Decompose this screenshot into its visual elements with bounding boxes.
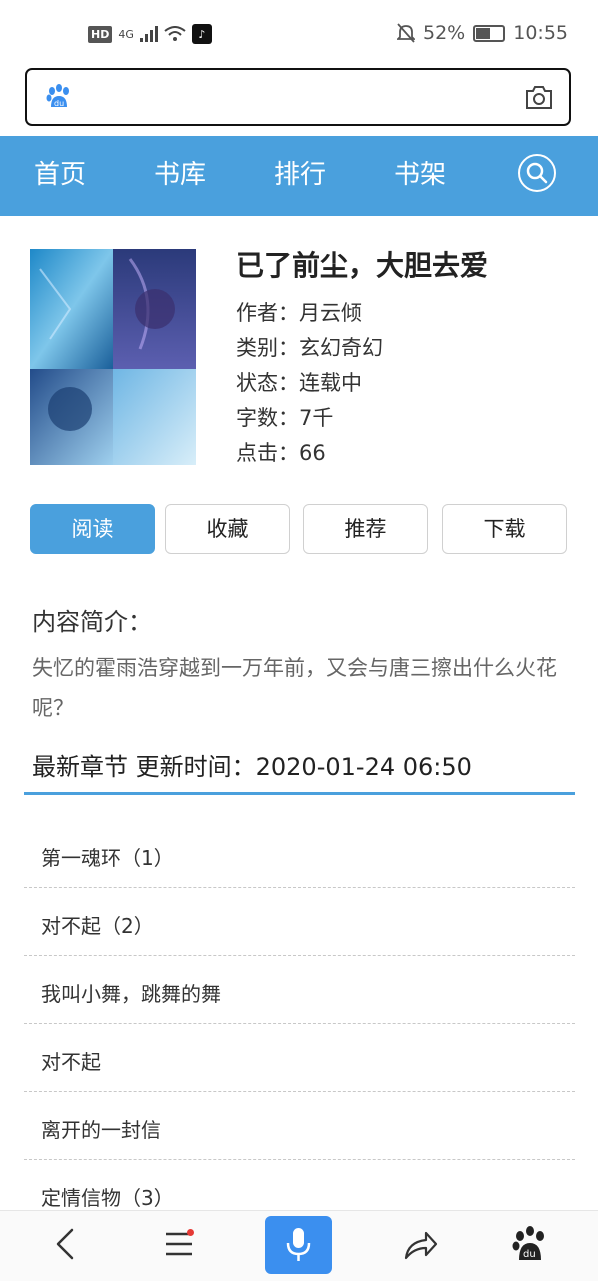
chapter-item[interactable]: 对不起（2） <box>24 888 575 956</box>
collect-button[interactable]: 收藏 <box>165 504 290 554</box>
download-button[interactable]: 下载 <box>442 504 567 554</box>
voice-search-button[interactable] <box>265 1216 332 1274</box>
back-icon[interactable] <box>44 1222 88 1266</box>
intro-text: 失忆的霍雨浩穿越到一万年前，又会与唐三擦出什么火花呢？ <box>32 656 557 720</box>
battery-percent: 52% <box>423 22 466 44</box>
svg-text:du: du <box>523 1249 536 1260</box>
clock: 10:55 <box>513 22 568 44</box>
svg-text:du: du <box>54 99 64 108</box>
mute-bell-icon <box>397 23 415 43</box>
intro-heading: 内容简介： <box>32 608 152 636</box>
chapter-title: 定情信物（3） <box>41 1186 174 1210</box>
top-nav: 首页 书库 排行 书架 <box>0 136 598 216</box>
status-left: HD 4G ♪ <box>88 24 212 44</box>
notification-dot <box>187 1229 194 1236</box>
chapter-title: 我叫小舞，跳舞的舞 <box>41 982 221 1006</box>
status-right: 52% 10:55 <box>397 22 568 44</box>
book-author: 作者：月云倾 <box>236 301 362 325</box>
tiktok-icon: ♪ <box>191 24 212 44</box>
baidu-paw-icon: du <box>46 84 69 108</box>
wifi-icon <box>164 26 186 41</box>
book-title: 已了前尘，大胆去爱 <box>236 249 489 282</box>
signal-label: 4G <box>118 27 134 41</box>
hd-icon: HD <box>88 25 113 43</box>
chapter-title: 对不起（2） <box>41 914 154 938</box>
latest-chapters-heading: 最新章节 更新时间：2020-01-24 06:50 <box>32 753 472 781</box>
book-category: 类别：玄幻奇幻 <box>236 336 383 360</box>
search-input[interactable]: du <box>25 68 571 126</box>
signal-bars-icon <box>139 26 158 42</box>
book-cover-image[interactable] <box>30 249 196 465</box>
chapter-title: 第一魂环（1） <box>41 846 174 870</box>
nav-library[interactable]: 书库 <box>154 136 206 216</box>
section-divider <box>24 792 575 795</box>
menu-icon[interactable] <box>157 1222 201 1266</box>
share-icon[interactable] <box>398 1222 442 1266</box>
recommend-button[interactable]: 推荐 <box>303 504 428 554</box>
nav-home[interactable]: 首页 <box>34 136 86 216</box>
book-clicks: 点击：66 <box>236 441 326 465</box>
chapter-item[interactable]: 第一魂环（1） <box>24 820 575 888</box>
camera-icon[interactable] <box>525 84 553 110</box>
nav-ranking[interactable]: 排行 <box>274 136 326 216</box>
chapter-item[interactable]: 我叫小舞，跳舞的舞 <box>24 956 575 1024</box>
book-word-count: 字数：7千 <box>236 406 334 430</box>
search-icon[interactable] <box>517 153 557 193</box>
chapter-title: 离开的一封信 <box>41 1118 161 1142</box>
chapter-title: 对不起 <box>41 1050 101 1074</box>
microphone-icon <box>286 1228 311 1261</box>
read-button[interactable]: 阅读 <box>30 504 155 554</box>
battery-icon <box>473 24 506 42</box>
status-bar: HD 4G ♪ 52% 10:55 <box>0 0 598 68</box>
book-status: 状态：连载中 <box>236 371 362 395</box>
baidu-home-icon[interactable]: du <box>508 1222 552 1266</box>
nav-bookshelf[interactable]: 书架 <box>394 136 446 216</box>
chapter-item[interactable]: 对不起 <box>24 1024 575 1092</box>
chapter-item[interactable]: 离开的一封信 <box>24 1092 575 1160</box>
